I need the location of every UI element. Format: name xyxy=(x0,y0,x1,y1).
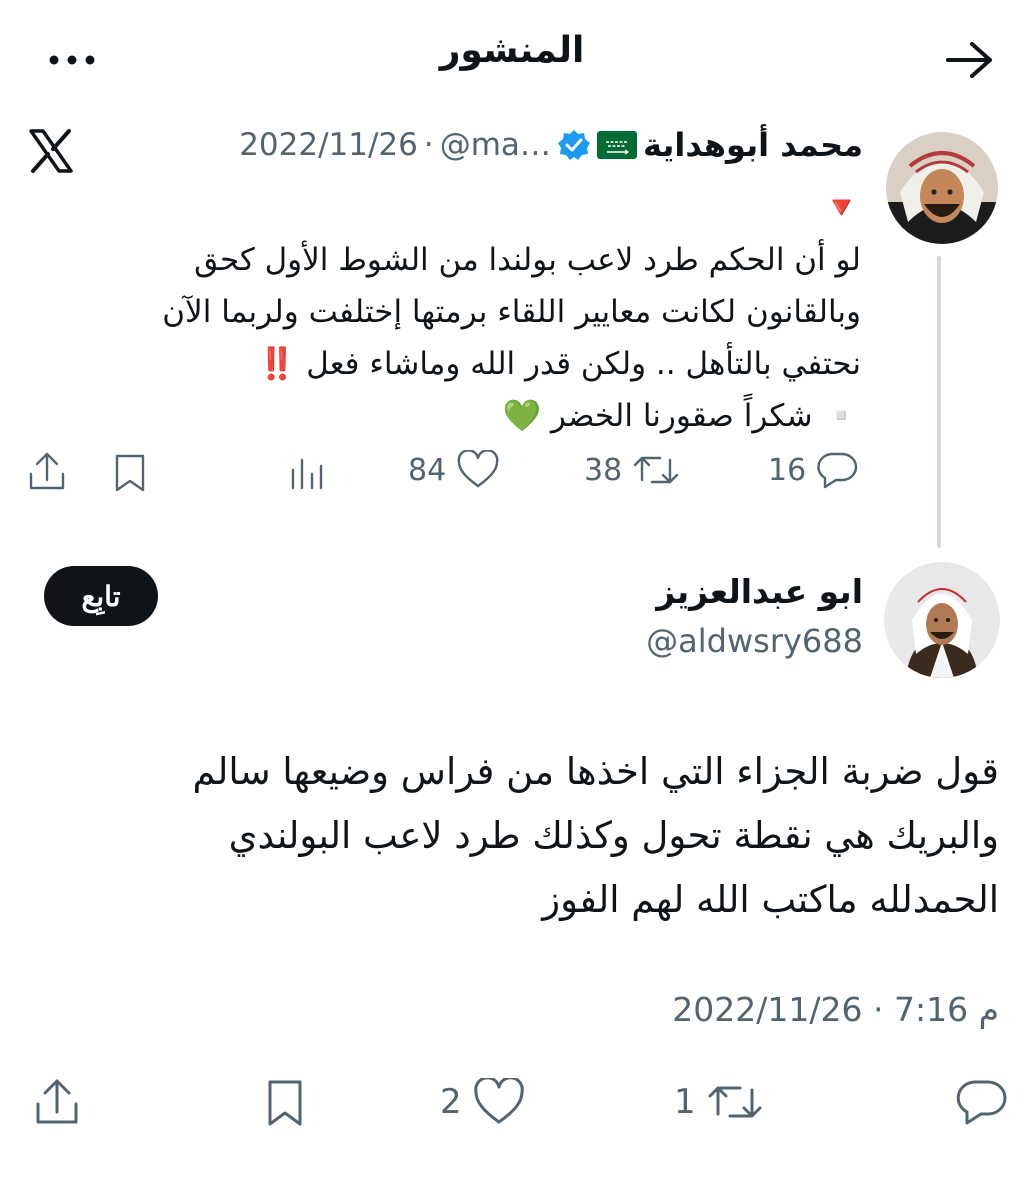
x-logo-icon[interactable] xyxy=(28,128,74,174)
tweet-text-line: قول ضربة الجزاء التي اخذها من فراس وضيعه… xyxy=(192,750,999,793)
tweet-text-line: وبالقانون لكانت معايير اللقاء برمتها إخت… xyxy=(162,294,861,330)
analytics-icon[interactable] xyxy=(288,452,328,492)
author-handle[interactable]: @ma… xyxy=(440,127,551,163)
reply-button[interactable]: 16 xyxy=(768,450,858,490)
repost-button[interactable]: 1 xyxy=(674,1078,764,1126)
follow-button[interactable]: تابِع xyxy=(44,566,158,626)
like-count: 84 xyxy=(408,452,447,488)
repost-button[interactable]: 38 xyxy=(584,450,680,490)
author-name[interactable]: ابو عبدالعزيز xyxy=(656,572,863,611)
tweet-text-line: ▫️ شكراً صقورنا الخضر 💚 xyxy=(502,398,861,434)
quoted-tweet-text: 🔻 لو أن الحكم طرد لاعب بولندا من الشوط ا… xyxy=(41,182,861,442)
repost-count: 1 xyxy=(674,1082,696,1122)
reply-count: 16 xyxy=(768,452,807,488)
tweet-text-line: 🔻 xyxy=(822,190,861,226)
repost-count: 38 xyxy=(584,452,623,488)
thread-line xyxy=(937,256,941,548)
tweet-timestamp[interactable]: 2022/11/26 · 7:16 م xyxy=(672,990,999,1029)
author-name[interactable]: محمد أبوهداية xyxy=(643,126,863,164)
tweet-text-line: نحتفي بالتأهل .. ولكن قدر الله وماشاء فع… xyxy=(257,346,861,382)
page-title: المنشور xyxy=(439,30,585,71)
share-icon[interactable] xyxy=(32,1076,82,1128)
separator-dot: · xyxy=(423,127,434,163)
tweet-text: قول ضربة الجزاء التي اخذها من فراس وضيعه… xyxy=(39,740,999,932)
tweet-text-line: لو أن الحكم طرد لاعب بولندا من الشوط الأ… xyxy=(194,242,861,278)
verified-badge-icon xyxy=(557,128,591,162)
like-icon xyxy=(456,450,500,490)
avatar[interactable] xyxy=(884,562,1000,678)
tweet-text-line: والبريك هي نقطة تحول وكذلك طرد لاعب البو… xyxy=(228,814,999,857)
tweet-text-line: الحمدلله ماكتب الله لهم الفوز xyxy=(542,878,999,921)
reply-icon xyxy=(956,1078,1008,1126)
avatar[interactable] xyxy=(886,132,998,244)
reply-button[interactable] xyxy=(946,1078,1008,1126)
saudi-flag-icon xyxy=(596,131,637,159)
like-button[interactable]: 2 xyxy=(440,1078,526,1126)
like-button[interactable]: 84 xyxy=(408,450,500,490)
like-icon xyxy=(472,1078,526,1126)
bookmark-icon[interactable] xyxy=(262,1078,308,1128)
tweet-date[interactable]: 2022/11/26 xyxy=(239,127,418,163)
quoted-tweet-header: محمد أبوهداية @ma… · 2022/11/26 xyxy=(239,126,863,164)
share-icon[interactable] xyxy=(26,450,68,494)
repost-icon xyxy=(706,1078,764,1126)
bookmark-icon[interactable] xyxy=(110,452,150,494)
more-icon[interactable] xyxy=(44,42,100,78)
back-arrow-icon[interactable] xyxy=(942,36,998,84)
reply-icon xyxy=(816,450,858,490)
repost-icon xyxy=(632,450,680,490)
author-handle[interactable]: @aldwsry688 xyxy=(646,622,863,660)
like-count: 2 xyxy=(440,1082,462,1122)
